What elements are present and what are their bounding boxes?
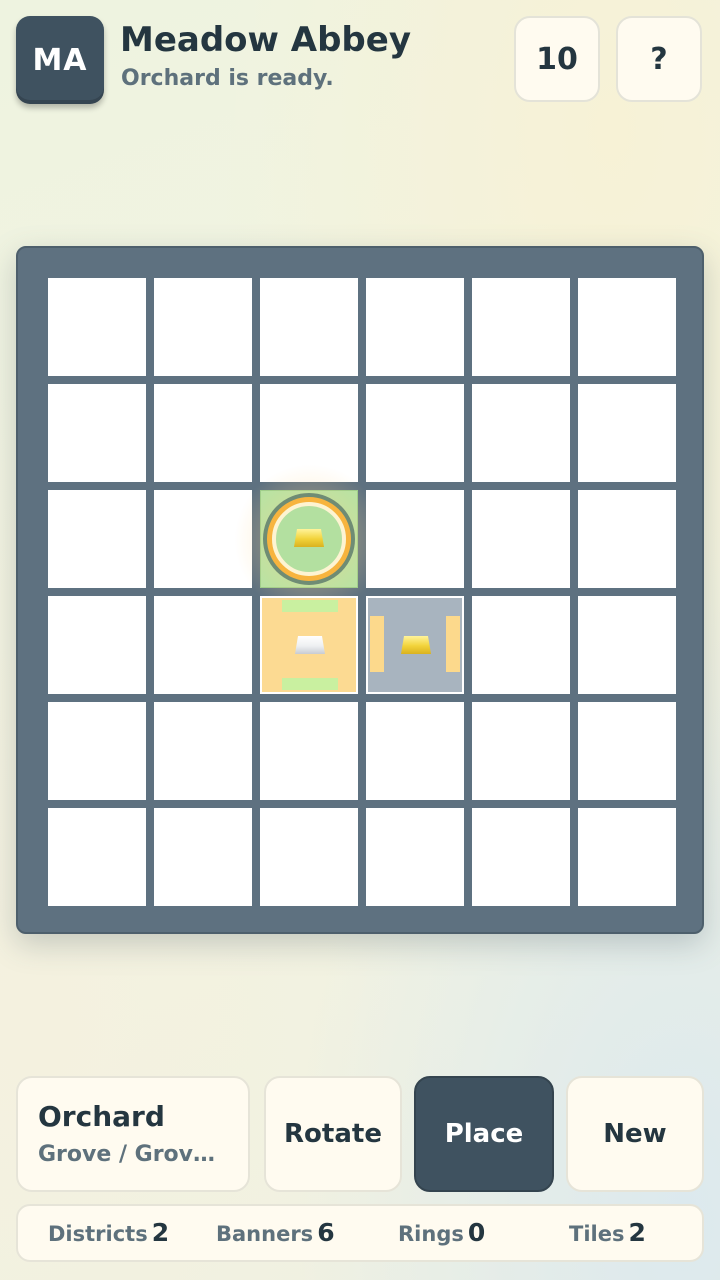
board-cell[interactable] bbox=[366, 808, 464, 906]
board-cell[interactable] bbox=[154, 596, 252, 694]
board-cell[interactable] bbox=[154, 384, 252, 482]
board-cell[interactable] bbox=[154, 702, 252, 800]
board-cell[interactable] bbox=[48, 490, 146, 588]
current-piece-card: Orchard Grove / Grov… bbox=[16, 1076, 250, 1192]
board-cell[interactable] bbox=[472, 384, 570, 482]
board-tile-grove[interactable] bbox=[221, 451, 399, 629]
stat-rings-label: Rings bbox=[398, 1222, 464, 1246]
stat-tiles-label: Tiles bbox=[569, 1222, 625, 1246]
stat-banners: Banners 6 bbox=[216, 1218, 335, 1247]
board-cell[interactable] bbox=[48, 702, 146, 800]
board-cell[interactable] bbox=[260, 808, 358, 906]
stat-districts-label: Districts bbox=[48, 1222, 148, 1246]
board-cell[interactable] bbox=[472, 596, 570, 694]
game-board bbox=[16, 246, 704, 934]
board-cell[interactable] bbox=[48, 384, 146, 482]
board-cell[interactable] bbox=[366, 490, 464, 588]
board-cell[interactable] bbox=[578, 490, 676, 588]
banner-gem-icon bbox=[295, 636, 325, 654]
road-segment bbox=[282, 600, 338, 612]
board-tile-stone[interactable] bbox=[366, 596, 464, 694]
banner-gem-icon bbox=[294, 529, 324, 547]
board-grid bbox=[48, 278, 676, 906]
board-cell[interactable] bbox=[578, 702, 676, 800]
board-cell[interactable] bbox=[472, 702, 570, 800]
board-cell[interactable] bbox=[578, 596, 676, 694]
stat-districts-value: 2 bbox=[151, 1218, 170, 1247]
board-cell[interactable] bbox=[154, 278, 252, 376]
road-segment bbox=[282, 678, 338, 690]
stat-tiles: Tiles 2 bbox=[569, 1218, 646, 1247]
board-cell[interactable] bbox=[472, 278, 570, 376]
rotate-button[interactable]: Rotate bbox=[264, 1076, 402, 1192]
board-cell[interactable] bbox=[366, 702, 464, 800]
status-message: Orchard is ready. bbox=[121, 66, 334, 91]
place-button[interactable]: Place bbox=[414, 1076, 554, 1192]
wall-segment bbox=[446, 616, 460, 672]
board-cell[interactable] bbox=[154, 490, 252, 588]
board-cell[interactable] bbox=[48, 278, 146, 376]
stat-banners-label: Banners bbox=[216, 1222, 314, 1246]
board-cell[interactable] bbox=[578, 808, 676, 906]
board-cell[interactable] bbox=[48, 808, 146, 906]
stats-bar: Districts 2 Banners 6 Rings 0 Tiles 2 bbox=[16, 1204, 704, 1262]
board-cell[interactable] bbox=[260, 278, 358, 376]
board-cell[interactable] bbox=[366, 278, 464, 376]
stat-tiles-value: 2 bbox=[628, 1218, 646, 1247]
counter-button[interactable]: 10 bbox=[514, 16, 600, 102]
stat-rings: Rings 0 bbox=[398, 1218, 485, 1247]
piece-description: Grove / Grov… bbox=[38, 1142, 215, 1167]
page-title: Meadow Abbey bbox=[120, 20, 411, 60]
board-cell[interactable] bbox=[154, 808, 252, 906]
help-button[interactable]: ? bbox=[616, 16, 702, 102]
board-cell[interactable] bbox=[472, 808, 570, 906]
board-cell[interactable] bbox=[578, 278, 676, 376]
stat-districts: Districts 2 bbox=[48, 1218, 169, 1247]
board-cell[interactable] bbox=[48, 596, 146, 694]
avatar[interactable]: MA bbox=[16, 16, 104, 104]
banner-gem-icon bbox=[401, 636, 431, 654]
wall-segment bbox=[370, 616, 384, 672]
piece-name: Orchard bbox=[38, 1100, 165, 1133]
board-cell[interactable] bbox=[260, 702, 358, 800]
board-cell[interactable] bbox=[578, 384, 676, 482]
board-cell[interactable] bbox=[260, 384, 358, 482]
stat-banners-value: 6 bbox=[317, 1218, 335, 1247]
new-button[interactable]: New bbox=[566, 1076, 704, 1192]
stat-rings-value: 0 bbox=[467, 1218, 486, 1247]
board-cell[interactable] bbox=[366, 384, 464, 482]
board-tile-orchard[interactable] bbox=[260, 596, 358, 694]
board-cell[interactable] bbox=[472, 490, 570, 588]
